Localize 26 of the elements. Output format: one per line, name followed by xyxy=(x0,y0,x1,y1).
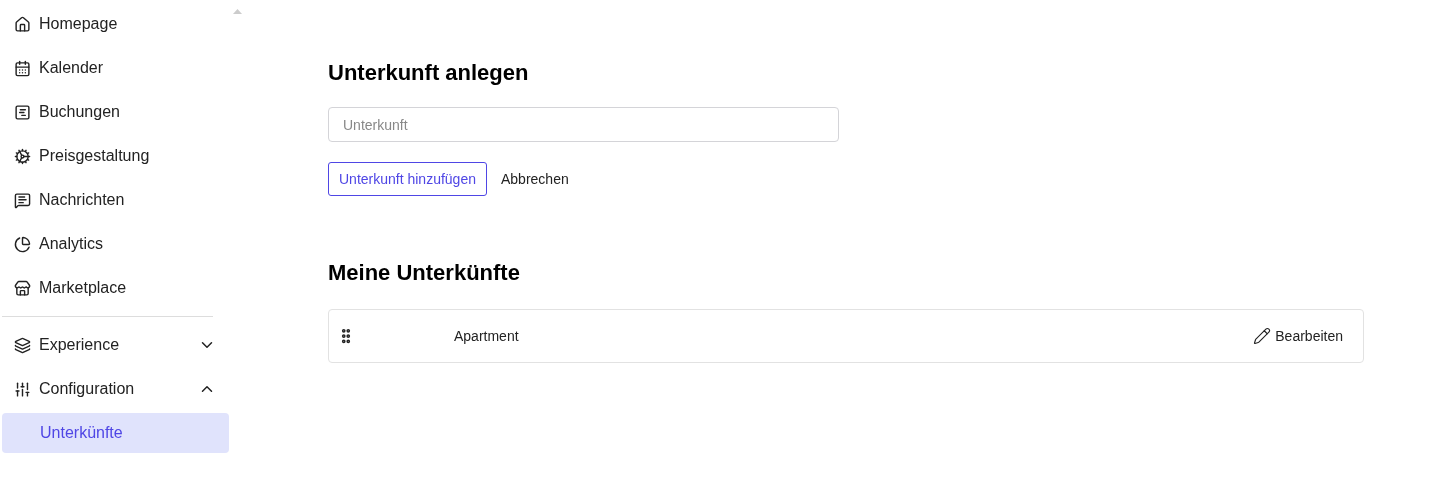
chat-icon xyxy=(14,191,31,209)
sidebar-item[interactable]: Marketplace xyxy=(0,268,230,308)
section-title: Unterkunft anlegen xyxy=(328,59,530,87)
sidebar-item[interactable]: Preisgestaltung xyxy=(0,136,230,176)
home-icon xyxy=(14,15,31,33)
add-button[interactable]: Unterkunft hinzufügen xyxy=(328,162,487,196)
sliders-icon xyxy=(14,380,31,398)
sidebar-item[interactable]: Kalender xyxy=(0,48,230,88)
edit-button[interactable]: Bearbeiten xyxy=(1253,325,1343,347)
sidebar-subitem[interactable]: Unterkünfte xyxy=(2,413,229,453)
cancel-button[interactable]: Abbrechen xyxy=(501,168,569,190)
sidebar-item[interactable]: Nachrichten xyxy=(0,180,230,220)
accommodation-name: Apartment xyxy=(454,326,520,346)
sidebar-item[interactable]: Buchungen xyxy=(0,92,230,132)
input-field[interactable]: Unterkunft xyxy=(328,107,839,142)
sidebar-group[interactable]: Experience xyxy=(0,325,230,365)
sidebar-item[interactable]: Analytics xyxy=(0,224,230,264)
section-title: Meine Unterkünfte xyxy=(328,259,521,287)
pie-chart-icon xyxy=(14,235,31,253)
note-icon xyxy=(14,103,31,121)
sidebar-group[interactable]: Configuration xyxy=(0,369,230,409)
pencil-icon xyxy=(1253,327,1272,345)
sidebar-item[interactable]: Homepage xyxy=(0,4,230,44)
store-icon xyxy=(14,279,31,297)
layers-icon xyxy=(14,336,31,354)
calendar-icon xyxy=(14,59,31,77)
